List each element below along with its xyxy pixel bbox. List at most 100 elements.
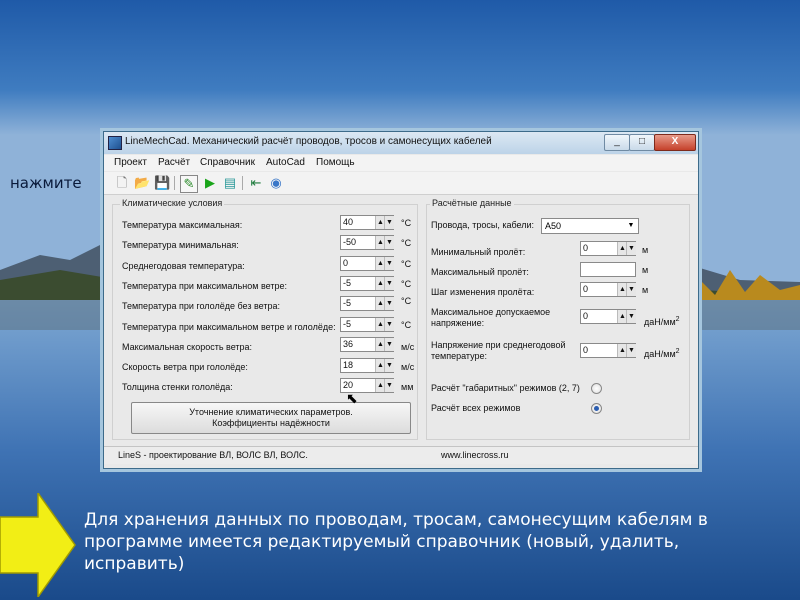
twindice-label: Температура при максимальном ветре и гол…	[122, 322, 336, 332]
open-icon[interactable]: 📂	[134, 175, 150, 191]
status-left: LineS - проектирование ВЛ, ВОЛС ВЛ, ВОЛС…	[118, 450, 308, 460]
toolbar: 🗋 📂 💾 ✎ ▶ ▤ ⇤ ◉	[104, 172, 698, 195]
tavg-unit: °С	[401, 259, 412, 269]
tice-stepper[interactable]: -5 ▲ ▼	[340, 296, 394, 311]
radio-all-modes[interactable]	[591, 403, 602, 414]
avg-stress-unit-text: даН/мм	[644, 349, 676, 359]
status-right: www.linecross.ru	[441, 450, 509, 460]
save-icon[interactable]: 💾	[154, 175, 170, 191]
step-label: Шаг изменения пролёта:	[431, 287, 535, 297]
spin-down-icon[interactable]: ▼	[626, 344, 636, 357]
step-stepper[interactable]: 0 ▲ ▼	[580, 282, 636, 297]
mouse-cursor-icon: ⬉	[346, 390, 358, 406]
min-span-label: Минимальный пролёт:	[431, 247, 526, 257]
app-window: LineMechCad. Механический расчёт проводо…	[103, 131, 699, 469]
window-title: LineMechCad. Механический расчёт проводо…	[125, 136, 492, 147]
ice-thickness-value: 20	[343, 380, 354, 390]
wire-select[interactable]: А50 ▼	[541, 218, 639, 234]
wind-ice-label: Скорость ветра при гололёде:	[122, 362, 248, 372]
ice-thickness-unit: мм	[401, 382, 414, 392]
twind-label: Температура при максимальном ветре:	[122, 281, 287, 291]
title-bar[interactable]: LineMechCad. Механический расчёт проводо…	[104, 132, 698, 154]
wind-speed-unit: м/с	[401, 342, 415, 352]
tavg-stepper[interactable]: 0 ▲ ▼	[340, 256, 394, 271]
max-span-stepper[interactable]	[580, 262, 636, 277]
help-icon[interactable]: ◉	[268, 175, 284, 191]
climate-button-line1: Уточнение климатических параметров.	[189, 407, 353, 417]
menu-calc[interactable]: Расчёт	[158, 157, 190, 168]
close-button[interactable]: X	[654, 134, 696, 151]
arrow-right-icon	[0, 493, 76, 597]
edit-icon[interactable]: ✎	[180, 175, 198, 193]
twindice-stepper[interactable]: -5 ▲ ▼	[340, 317, 394, 332]
spin-down-icon[interactable]: ▼	[384, 257, 394, 270]
radio-all-label: Расчёт всех режимов	[431, 403, 521, 413]
tice-label: Температура при гололёде без ветра:	[122, 301, 280, 311]
tavg-value: 0	[343, 258, 349, 268]
tmax-label: Температура максимальная:	[122, 220, 243, 230]
max-span-label: Максимальный пролёт:	[431, 267, 529, 277]
menu-bar: Проект Расчёт Справочник AutoCad Помощь	[104, 155, 698, 171]
wire-select-value: А50	[545, 221, 562, 231]
menu-help[interactable]: Помощь	[316, 157, 355, 168]
ice-thickness-label: Толщина стенки гололёда:	[122, 382, 233, 392]
max-stress-label-2: напряжение:	[431, 318, 485, 328]
spin-down-icon[interactable]: ▼	[384, 359, 394, 372]
tmin-unit: °С	[401, 238, 412, 248]
avg-stress-label-1: Напряжение при среднегодовой	[431, 340, 566, 350]
spin-down-icon[interactable]: ▼	[626, 283, 636, 296]
menu-project[interactable]: Проект	[114, 157, 147, 168]
twind-stepper[interactable]: -5 ▲ ▼	[340, 276, 394, 291]
max-stress-unit: даН/мм2	[644, 316, 680, 327]
hint-text: нажмите	[10, 174, 82, 192]
new-icon[interactable]: 🗋	[114, 175, 130, 191]
spin-down-icon[interactable]: ▼	[384, 216, 394, 229]
app-icon	[108, 136, 122, 150]
avg-stress-stepper[interactable]: 0 ▲ ▼	[580, 343, 636, 358]
min-span-value: 0	[583, 243, 589, 253]
twindice-value: -5	[343, 319, 352, 329]
toolbar-separator	[174, 176, 175, 190]
minimize-button[interactable]: _	[604, 134, 630, 151]
step-unit: м	[642, 285, 649, 295]
spin-down-icon[interactable]: ▼	[384, 379, 394, 392]
tavg-label: Среднегодовая температура:	[122, 261, 245, 271]
maximize-button[interactable]: □	[629, 134, 655, 151]
toolbar-separator	[242, 176, 243, 190]
avg-stress-label-2: температуре:	[431, 351, 488, 361]
wind-speed-value: 36	[343, 339, 354, 349]
tmin-label: Температура минимальная:	[122, 240, 239, 250]
run-icon[interactable]: ▶	[202, 175, 218, 191]
twindice-unit: °С	[401, 320, 412, 330]
tmin-stepper[interactable]: -50 ▲ ▼	[340, 235, 394, 250]
min-span-unit: м	[642, 245, 649, 255]
spin-down-icon[interactable]: ▼	[384, 277, 394, 290]
tmax-value: 40	[343, 217, 354, 227]
menu-reference[interactable]: Справочник	[200, 157, 255, 168]
tmax-unit: °С	[401, 218, 412, 228]
spin-down-icon[interactable]: ▼	[626, 310, 636, 323]
menu-autocad[interactable]: AutoCad	[266, 157, 305, 168]
chart-icon[interactable]: ▤	[222, 175, 238, 191]
tmin-value: -50	[343, 237, 357, 247]
status-bar: LineS - проектирование ВЛ, ВОЛС ВЛ, ВОЛС…	[104, 446, 698, 464]
spin-down-icon[interactable]: ▼	[626, 242, 636, 255]
spin-down-icon[interactable]: ▼	[384, 318, 394, 331]
climate-group-title: Климатические условия	[120, 198, 225, 208]
spin-down-icon[interactable]: ▼	[384, 338, 394, 351]
tice-value: -5	[343, 298, 352, 308]
min-span-stepper[interactable]: 0 ▲ ▼	[580, 241, 636, 256]
wind-speed-stepper[interactable]: 36 ▲ ▼	[340, 337, 394, 352]
spin-down-icon[interactable]: ▼	[384, 236, 394, 249]
tmax-stepper[interactable]: 40 ▲ ▼	[340, 215, 394, 230]
max-stress-unit-text: даН/мм	[644, 317, 676, 327]
radio-overall-modes[interactable]	[591, 383, 602, 394]
calc-group-title: Расчётные данные	[430, 198, 514, 208]
max-stress-stepper[interactable]: 0 ▲ ▼	[580, 309, 636, 324]
wind-ice-stepper[interactable]: 18 ▲ ▼	[340, 358, 394, 373]
export-icon[interactable]: ⇤	[248, 175, 264, 191]
spin-down-icon[interactable]: ▼	[384, 297, 394, 310]
chevron-down-icon[interactable]: ▼	[624, 219, 638, 233]
climate-params-button[interactable]: Уточнение климатических параметров. Коэф…	[131, 402, 411, 434]
description-text: Для хранения данных по проводам, тросам,…	[84, 510, 708, 574]
